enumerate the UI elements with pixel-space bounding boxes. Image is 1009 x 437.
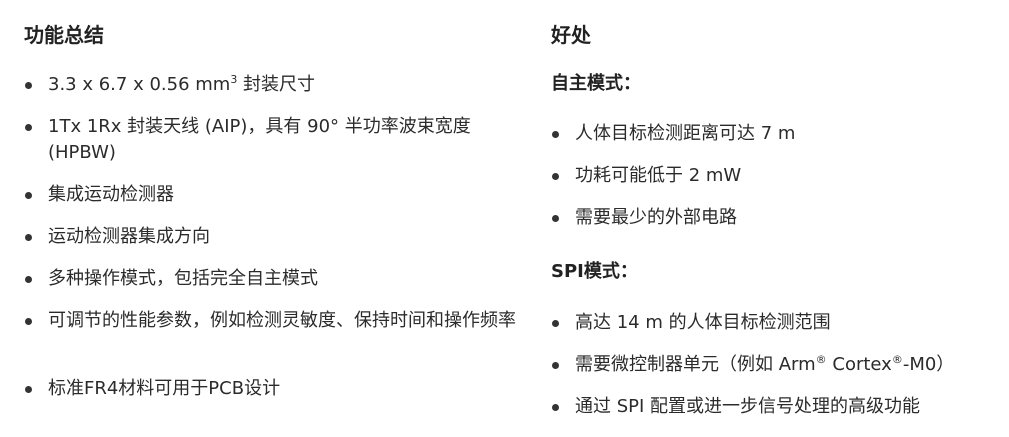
list-item: 多种操作模式，包括完全自主模式 bbox=[24, 266, 524, 292]
benefits-heading: 好处 bbox=[551, 23, 591, 47]
spi-mode-list: 高达 14 m 的人体目标检测范围 需要微控制器单元（例如 Arm® Corte… bbox=[551, 310, 1001, 420]
list-item-text: 集成运动检测器 bbox=[48, 184, 174, 205]
bullet-icon bbox=[552, 404, 559, 411]
list-item-text: 需要微控制器单元（例如 Arm® Cortex®-M0） bbox=[575, 353, 955, 375]
list-item: 高达 14 m 的人体目标检测范围 bbox=[551, 310, 1001, 336]
bullet-icon bbox=[25, 276, 32, 283]
list-item: 需要最少的外部电路 bbox=[551, 205, 1001, 231]
list-item-text: 人体目标检测距离可达 7 m bbox=[575, 123, 796, 144]
list-item: 1Tx 1Rx 封装天线 (AIP)，具有 90° 半功率波束宽度 (HPBW) bbox=[24, 114, 524, 166]
bullet-icon bbox=[25, 192, 32, 199]
list-item-text: 1Tx 1Rx 封装天线 (AIP)，具有 90° 半功率波束宽度 (HPBW) bbox=[48, 116, 471, 163]
list-item-text: 3.3 x 6.7 x 0.56 mm3 封装尺寸 bbox=[48, 73, 316, 95]
list-item: 通过 SPI 配置或进一步信号处理的高级功能 bbox=[551, 394, 1001, 420]
list-item-text: 功耗可能低于 2 mW bbox=[575, 165, 742, 186]
list-item: 集成运动检测器 bbox=[24, 182, 524, 208]
bullet-icon bbox=[552, 215, 559, 222]
list-item: 需要微控制器单元（例如 Arm® Cortex®-M0） bbox=[551, 352, 1001, 378]
bullet-icon bbox=[25, 124, 32, 131]
spi-mode-title: SPI模式： bbox=[551, 261, 638, 282]
list-item: 人体目标检测距离可达 7 m bbox=[551, 121, 1001, 147]
features-list: 3.3 x 6.7 x 0.56 mm3 封装尺寸 1Tx 1Rx 封装天线 (… bbox=[24, 72, 524, 402]
bullet-icon bbox=[552, 320, 559, 327]
bullet-icon bbox=[25, 386, 32, 393]
bullet-icon bbox=[552, 131, 559, 138]
list-item-text: 运动检测器集成方向 bbox=[48, 226, 210, 247]
list-item: 3.3 x 6.7 x 0.56 mm3 封装尺寸 bbox=[24, 72, 524, 98]
bullet-icon bbox=[25, 234, 32, 241]
bullet-icon bbox=[552, 362, 559, 369]
list-item: 可调节的性能参数，例如检测灵敏度、保持时间和操作频率 bbox=[24, 308, 524, 360]
list-item-text: 标准FR4材料可用于PCB设计 bbox=[48, 378, 281, 399]
list-item-text: 可调节的性能参数，例如检测灵敏度、保持时间和操作频率 bbox=[48, 310, 516, 331]
autonomous-mode-title: 自主模式： bbox=[551, 73, 641, 94]
bullet-icon bbox=[25, 318, 32, 325]
bullet-icon bbox=[552, 173, 559, 180]
list-item: 功耗可能低于 2 mW bbox=[551, 163, 1001, 189]
autonomous-mode-list: 人体目标检测距离可达 7 m 功耗可能低于 2 mW 需要最少的外部电路 bbox=[551, 121, 1001, 231]
list-item-text: 需要最少的外部电路 bbox=[575, 207, 737, 228]
list-item-text: 高达 14 m 的人体目标检测范围 bbox=[575, 312, 831, 333]
features-heading: 功能总结 bbox=[24, 23, 104, 47]
list-item-text: 多种操作模式，包括完全自主模式 bbox=[48, 268, 318, 289]
list-item: 标准FR4材料可用于PCB设计 bbox=[24, 376, 524, 402]
list-item: 运动检测器集成方向 bbox=[24, 224, 524, 250]
list-item-text: 通过 SPI 配置或进一步信号处理的高级功能 bbox=[575, 396, 921, 417]
bullet-icon bbox=[25, 82, 32, 89]
